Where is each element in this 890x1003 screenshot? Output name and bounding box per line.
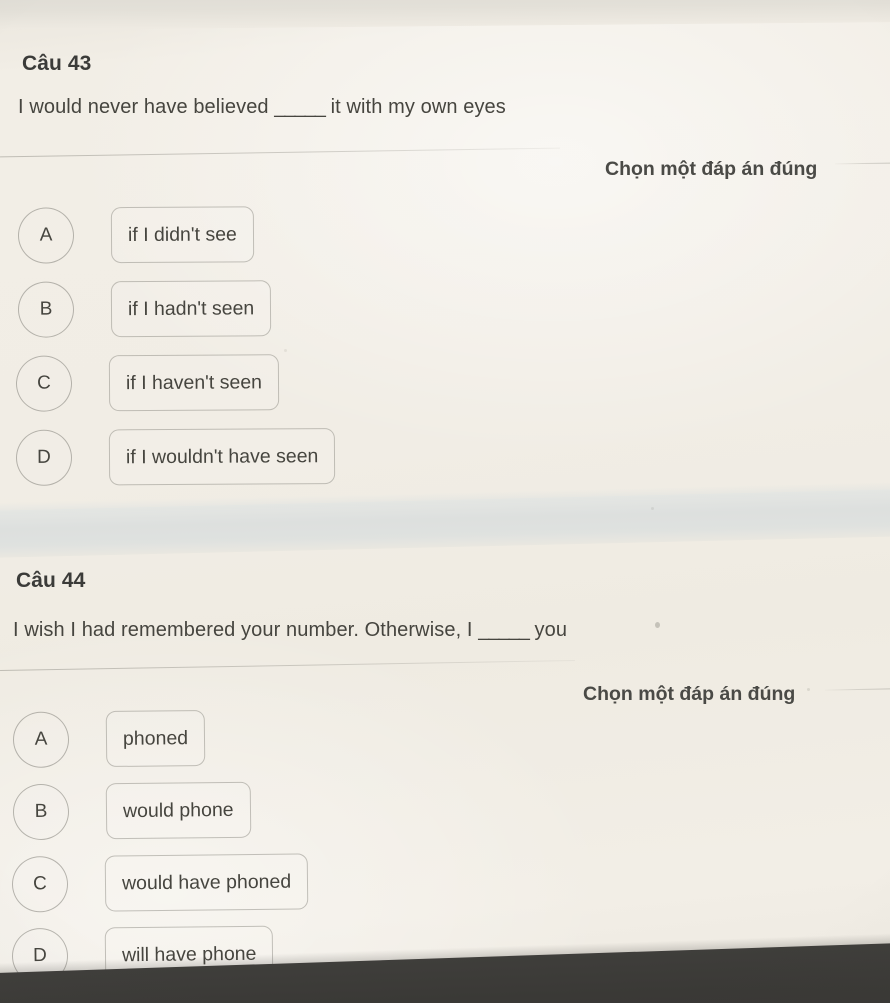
option-text-44-a[interactable]: phoned	[105, 709, 206, 768]
screen-photo: Câu 43 I would never have believed _____…	[0, 0, 890, 1003]
option-text-43-b[interactable]: if I hadn't seen	[110, 280, 272, 338]
question-stem-43-before: I would never have believed	[18, 96, 275, 118]
option-text-44-c[interactable]: would have phoned	[104, 853, 309, 912]
option-letter-44-c[interactable]: C	[11, 855, 69, 913]
option-letter-43-a[interactable]: A	[17, 207, 75, 264]
option-letter-43-c[interactable]: C	[15, 355, 73, 412]
option-letter-43-b[interactable]: B	[17, 281, 75, 338]
option-text-43-c[interactable]: if I haven't seen	[108, 354, 280, 412]
option-letter-43-d[interactable]: D	[15, 429, 73, 486]
divider-line-44-right	[824, 688, 890, 691]
option-text-43-d[interactable]: if I wouldn't have seen	[108, 428, 336, 486]
option-row-44-a[interactable]: A phoned	[12, 709, 206, 769]
option-row-43-b[interactable]: B if I hadn't seen	[17, 280, 272, 338]
dust-speck	[284, 349, 287, 352]
option-row-43-d[interactable]: D if I wouldn't have seen	[15, 428, 336, 486]
dust-speck	[651, 507, 654, 510]
question-stem-44-before: I wish I had remembered your number. Oth…	[13, 619, 479, 641]
question-number-44: Câu 44	[16, 569, 86, 592]
option-row-43-a[interactable]: A if I didn't see	[17, 206, 255, 264]
divider-line-43	[0, 147, 560, 158]
option-row-44-b[interactable]: B would phone	[12, 781, 251, 841]
option-row-43-c[interactable]: C if I haven't seen	[15, 354, 280, 412]
option-letter-44-a[interactable]: A	[12, 711, 70, 769]
instruction-label-43: Chọn một đáp án đúng	[605, 158, 818, 180]
option-text-44-b[interactable]: would phone	[105, 781, 251, 840]
option-text-43-a[interactable]: if I didn't see	[110, 206, 255, 264]
instruction-label-44: Chọn một đáp án đúng	[583, 683, 796, 705]
question-stem-43: I would never have believed _____ it wit…	[18, 96, 506, 119]
dust-speck	[655, 622, 660, 628]
quiz-content: Câu 43 I would never have believed _____…	[0, 0, 890, 1003]
divider-line-43-right	[834, 162, 890, 165]
divider-line-44	[0, 659, 575, 672]
question-stem-44: I wish I had remembered your number. Oth…	[13, 619, 567, 642]
question-stem-43-after: it with my own eyes	[330, 96, 506, 118]
option-row-44-c[interactable]: C would have phoned	[11, 853, 309, 913]
question-number-43: Câu 43	[22, 52, 92, 75]
option-letter-44-b[interactable]: B	[12, 783, 70, 841]
question-stem-43-blank: _____	[274, 96, 326, 118]
question-stem-44-after: you	[534, 619, 568, 641]
dust-speck	[807, 688, 810, 691]
question-stem-44-blank: _____	[478, 619, 530, 641]
